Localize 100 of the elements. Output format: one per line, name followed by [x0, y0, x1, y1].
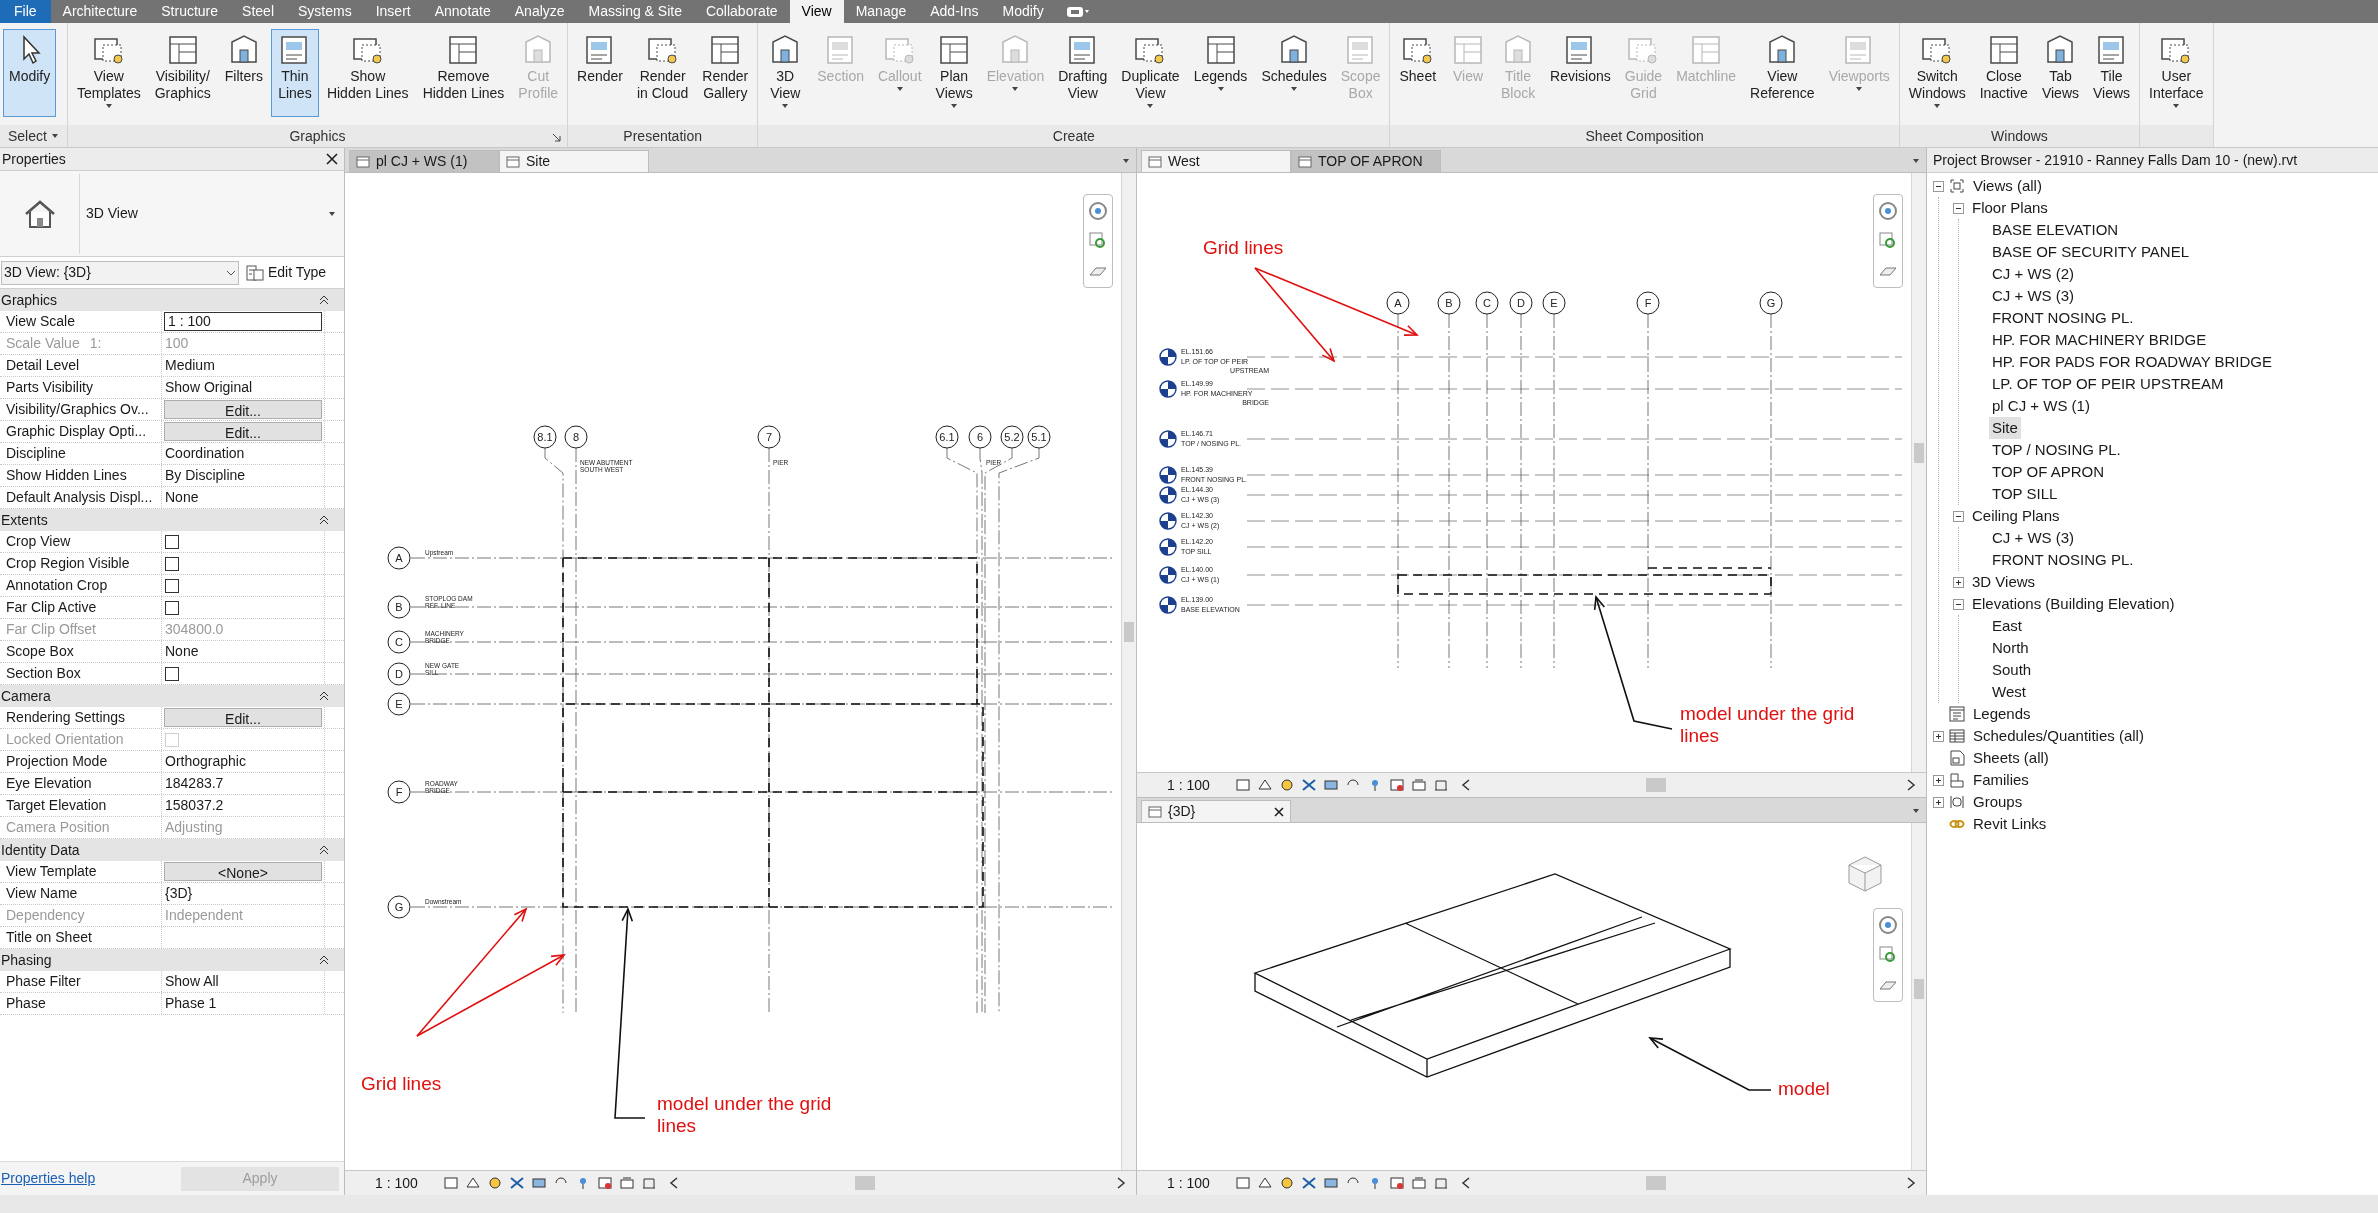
- scroll-left-icon[interactable]: [1461, 1177, 1471, 1189]
- tree-item[interactable]: Ceiling Plans: [1969, 504, 2063, 528]
- vertical-scrollbar-thumb[interactable]: [1914, 442, 1924, 463]
- zoom-icon[interactable]: [1878, 945, 1898, 965]
- tree-item[interactable]: Revit Links: [1970, 812, 2050, 836]
- ribbon-tool-button[interactable]: Duplicate View: [1115, 29, 1186, 117]
- ribbon-tab[interactable]: Analyze: [502, 0, 577, 23]
- tree-item[interactable]: South: [1989, 658, 2035, 682]
- dialog-launcher-icon[interactable]: [552, 133, 562, 142]
- section-header[interactable]: Identity Data: [0, 839, 344, 861]
- view-control-icon[interactable]: [1257, 1175, 1273, 1191]
- tree-item[interactable]: HP. FOR PADS FOR ROADWAY BRIDGE: [1989, 350, 2276, 374]
- collapse-icon[interactable]: [1933, 180, 1944, 192]
- view-tab[interactable]: TOP OF APRON: [1291, 150, 1441, 172]
- tree-item[interactable]: Groups: [1970, 790, 2026, 814]
- view-control-icon[interactable]: [1279, 777, 1295, 793]
- view-control-icon[interactable]: [1301, 777, 1317, 793]
- tree-item[interactable]: North: [1989, 636, 2032, 660]
- ribbon-tool-button[interactable]: Tab Views: [2035, 29, 2085, 117]
- view-control-icon[interactable]: [1323, 1175, 1339, 1191]
- section-header[interactable]: Phasing: [0, 949, 344, 971]
- tree-item[interactable]: Floor Plans: [1969, 196, 2051, 220]
- zoom-icon[interactable]: [1088, 231, 1108, 251]
- caret-icon[interactable]: [1912, 157, 1920, 165]
- tree-item[interactable]: LP. OF TOP OF PEIR UPSTREAM: [1989, 372, 2227, 396]
- edit-button[interactable]: <None>: [164, 862, 322, 881]
- vertical-scrollbar[interactable]: [1121, 173, 1136, 1170]
- horizontal-scrollbar-thumb[interactable]: [855, 1176, 875, 1190]
- ribbon-tool-button[interactable]: Sheet: [1393, 29, 1443, 117]
- view-tab[interactable]: Site: [499, 150, 649, 172]
- section-header[interactable]: Camera: [0, 685, 344, 707]
- tree-item[interactable]: CJ + WS (3): [1989, 284, 2078, 308]
- expand-icon[interactable]: [1953, 576, 1964, 588]
- steering-wheel-icon[interactable]: [1088, 201, 1108, 221]
- tree-item[interactable]: Families: [1970, 768, 2032, 792]
- ribbon-tool-button[interactable]: Tile Views: [2087, 29, 2137, 117]
- type-selector[interactable]: 3D View: [0, 171, 344, 257]
- expand-icon[interactable]: [1933, 774, 1944, 786]
- collapse-icon[interactable]: [1953, 598, 1964, 610]
- view-tab[interactable]: pl CJ + WS (1): [349, 150, 499, 172]
- ribbon-tool-button[interactable]: User Interface: [2143, 29, 2210, 117]
- ribbon-tab[interactable]: Insert: [363, 0, 423, 23]
- tree-item[interactable]: Sheets (all): [1970, 746, 2052, 770]
- scroll-right-icon[interactable]: [1906, 779, 1916, 791]
- ribbon-tab[interactable]: Structure: [149, 0, 231, 23]
- zoom-icon[interactable]: [1878, 231, 1898, 251]
- ribbon-tool-button[interactable]: Thin Lines: [270, 29, 319, 117]
- view-control-icon[interactable]: [487, 1175, 503, 1191]
- view-control-icon[interactable]: [1301, 1175, 1317, 1191]
- ribbon-tool-button[interactable]: Filters: [218, 29, 269, 117]
- view-scale[interactable]: 1 : 100: [1167, 1172, 1229, 1194]
- ribbon-toggle-icon[interactable]: [1065, 4, 1090, 19]
- tree-item[interactable]: TOP SILL: [1989, 482, 2061, 506]
- scroll-right-icon[interactable]: [1906, 1177, 1916, 1189]
- tree-item[interactable]: BASE OF SECURITY PANEL: [1989, 240, 2192, 264]
- navigation-bar[interactable]: [1083, 194, 1113, 288]
- tree-item[interactable]: Legends: [1970, 702, 2034, 726]
- ribbon-tool-button[interactable]: Modify: [3, 29, 57, 117]
- tree-item[interactable]: TOP OF APRON: [1989, 460, 2107, 484]
- checkbox[interactable]: [165, 556, 179, 571]
- ribbon-tab[interactable]: Collaborate: [693, 0, 790, 23]
- ribbon-tool-button[interactable]: Render: [571, 29, 629, 117]
- view-control-icon[interactable]: [597, 1175, 613, 1191]
- ribbon-tool-button[interactable]: Render in Cloud: [630, 29, 695, 117]
- view-scale[interactable]: 1 : 100: [1167, 774, 1229, 796]
- ribbon-tab[interactable]: Add-Ins: [918, 0, 991, 23]
- view-control-icon[interactable]: [509, 1175, 525, 1191]
- checkbox[interactable]: [165, 578, 179, 593]
- caret-icon[interactable]: [1912, 807, 1920, 815]
- scroll-left-icon[interactable]: [669, 1177, 679, 1189]
- vertical-scrollbar[interactable]: [1911, 823, 1926, 1170]
- edit-button[interactable]: Edit...: [164, 422, 322, 441]
- collapse-icon[interactable]: [1953, 510, 1964, 522]
- navigation-bar[interactable]: [1873, 194, 1903, 288]
- tree-item[interactable]: Views (all): [1970, 174, 2045, 198]
- tree-item[interactable]: pl CJ + WS (1): [1989, 394, 2093, 418]
- tree-item[interactable]: Elevations (Building Elevation): [1969, 592, 2178, 616]
- section-header[interactable]: Extents: [0, 509, 344, 531]
- view-control-icon[interactable]: [1389, 777, 1405, 793]
- tree-item[interactable]: CJ + WS (2): [1989, 262, 2078, 286]
- tree-item[interactable]: TOP / NOSING PL.: [1989, 438, 2124, 462]
- ribbon-tool-button[interactable]: Visibility/ Graphics: [148, 29, 217, 117]
- tree-item[interactable]: Site: [1989, 416, 2021, 440]
- ribbon-tool-button[interactable]: Render Gallery: [696, 29, 755, 117]
- ribbon-tool-button[interactable]: Close Inactive: [1973, 29, 2034, 117]
- checkbox[interactable]: [165, 600, 179, 615]
- ribbon-tab[interactable]: Modify: [990, 0, 1056, 23]
- ribbon-tab[interactable]: Steel: [230, 0, 286, 23]
- ribbon-tool-button[interactable]: View Templates: [70, 29, 147, 117]
- ribbon-tool-button[interactable]: Remove Hidden Lines: [416, 29, 511, 117]
- view-tab[interactable]: West: [1141, 150, 1291, 172]
- input-field[interactable]: 1 : 100: [164, 312, 322, 331]
- view-control-icon[interactable]: [1257, 777, 1273, 793]
- ribbon-tool-button[interactable]: Legends: [1187, 29, 1254, 117]
- vertical-scrollbar-thumb[interactable]: [1124, 621, 1134, 642]
- view-control-icon[interactable]: [531, 1175, 547, 1191]
- instance-dropdown[interactable]: 3D View: {3D}: [1, 260, 239, 285]
- tree-item[interactable]: CJ + WS (3): [1989, 526, 2078, 550]
- ribbon-tab[interactable]: Systems: [286, 0, 364, 23]
- checkbox[interactable]: [165, 666, 179, 681]
